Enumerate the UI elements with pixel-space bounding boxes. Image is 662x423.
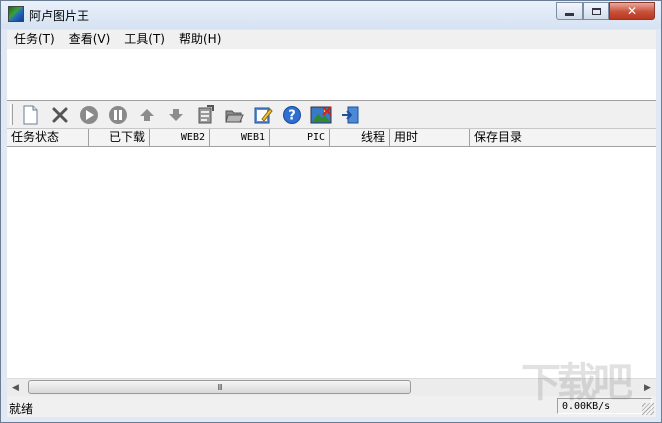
properties-button[interactable]: [194, 104, 216, 126]
menu-tools[interactable]: 工具(T): [117, 30, 172, 49]
menu-task[interactable]: 任务(T): [7, 30, 62, 49]
svg-text:?: ?: [288, 109, 296, 124]
exit-button[interactable]: [339, 104, 361, 126]
help-button[interactable]: ?: [281, 104, 303, 126]
pause-button[interactable]: [107, 104, 129, 126]
main-window: 阿卢图片王 ✕ 任务(T) 查看(V) 工具(T) 帮助(H) ? 任务状态 已…: [0, 0, 662, 423]
column-header-web1[interactable]: WEB1: [210, 129, 270, 146]
help-icon: ?: [283, 106, 301, 124]
toolbar-grip[interactable]: [10, 104, 13, 125]
scroll-right-arrow[interactable]: ▶: [639, 379, 656, 396]
toolbar: ?: [7, 101, 656, 129]
move-down-icon: [169, 109, 183, 121]
start-button[interactable]: [78, 104, 100, 126]
menu-view[interactable]: 查看(V): [62, 30, 118, 49]
move-up-icon: [140, 109, 154, 121]
new-task-icon: [23, 105, 38, 125]
menu-help[interactable]: 帮助(H): [172, 30, 228, 49]
image-viewer-button[interactable]: [310, 104, 332, 126]
pause-icon: [109, 106, 127, 124]
open-folder-button[interactable]: [223, 104, 245, 126]
blank-panel: [7, 49, 656, 101]
status-text: 就绪: [9, 402, 34, 416]
scrollbar-thumb[interactable]: III: [28, 380, 411, 394]
exit-icon: [342, 106, 359, 124]
delete-button[interactable]: [49, 104, 71, 126]
list-header: 任务状态 已下载 WEB2 WEB1 PIC 线程 用时 保存目录: [7, 129, 656, 147]
column-header-downloaded[interactable]: 已下载: [89, 129, 150, 146]
title-bar: 阿卢图片王 ✕: [1, 1, 661, 29]
column-header-web2[interactable]: WEB2: [150, 129, 210, 146]
move-down-button[interactable]: [165, 104, 187, 126]
horizontal-scrollbar[interactable]: ◀ III ▶: [7, 378, 656, 396]
window-title: 阿卢图片王: [29, 9, 90, 23]
column-header-save-dir[interactable]: 保存目录: [470, 129, 656, 146]
move-up-button[interactable]: [136, 104, 158, 126]
edit-icon: [254, 107, 273, 124]
maximize-button[interactable]: [583, 2, 609, 20]
scroll-left-arrow[interactable]: ◀: [7, 379, 24, 396]
status-bar: 就绪 0.00KB/s: [7, 396, 656, 417]
column-header-status[interactable]: 任务状态: [7, 129, 89, 146]
close-icon: ✕: [626, 4, 638, 18]
close-button[interactable]: ✕: [609, 2, 655, 20]
start-icon: [80, 106, 98, 124]
menu-bar: 任务(T) 查看(V) 工具(T) 帮助(H): [7, 30, 656, 49]
column-header-time[interactable]: 用时: [390, 129, 470, 146]
properties-icon: [198, 105, 214, 124]
new-task-button[interactable]: [19, 104, 41, 126]
task-list[interactable]: [7, 147, 656, 378]
maximize-icon: [591, 7, 601, 15]
delete-icon: [52, 107, 68, 123]
open-folder-icon: [225, 110, 244, 123]
app-icon: [8, 6, 24, 22]
minimize-icon: [565, 12, 574, 16]
resize-grip[interactable]: [642, 403, 654, 415]
column-header-threads[interactable]: 线程: [330, 129, 390, 146]
minimize-button[interactable]: [556, 2, 583, 20]
edit-button[interactable]: [252, 104, 274, 126]
download-speed: 0.00KB/s: [557, 398, 652, 414]
image-viewer-icon: [310, 106, 332, 124]
column-header-pic[interactable]: PIC: [270, 129, 330, 146]
